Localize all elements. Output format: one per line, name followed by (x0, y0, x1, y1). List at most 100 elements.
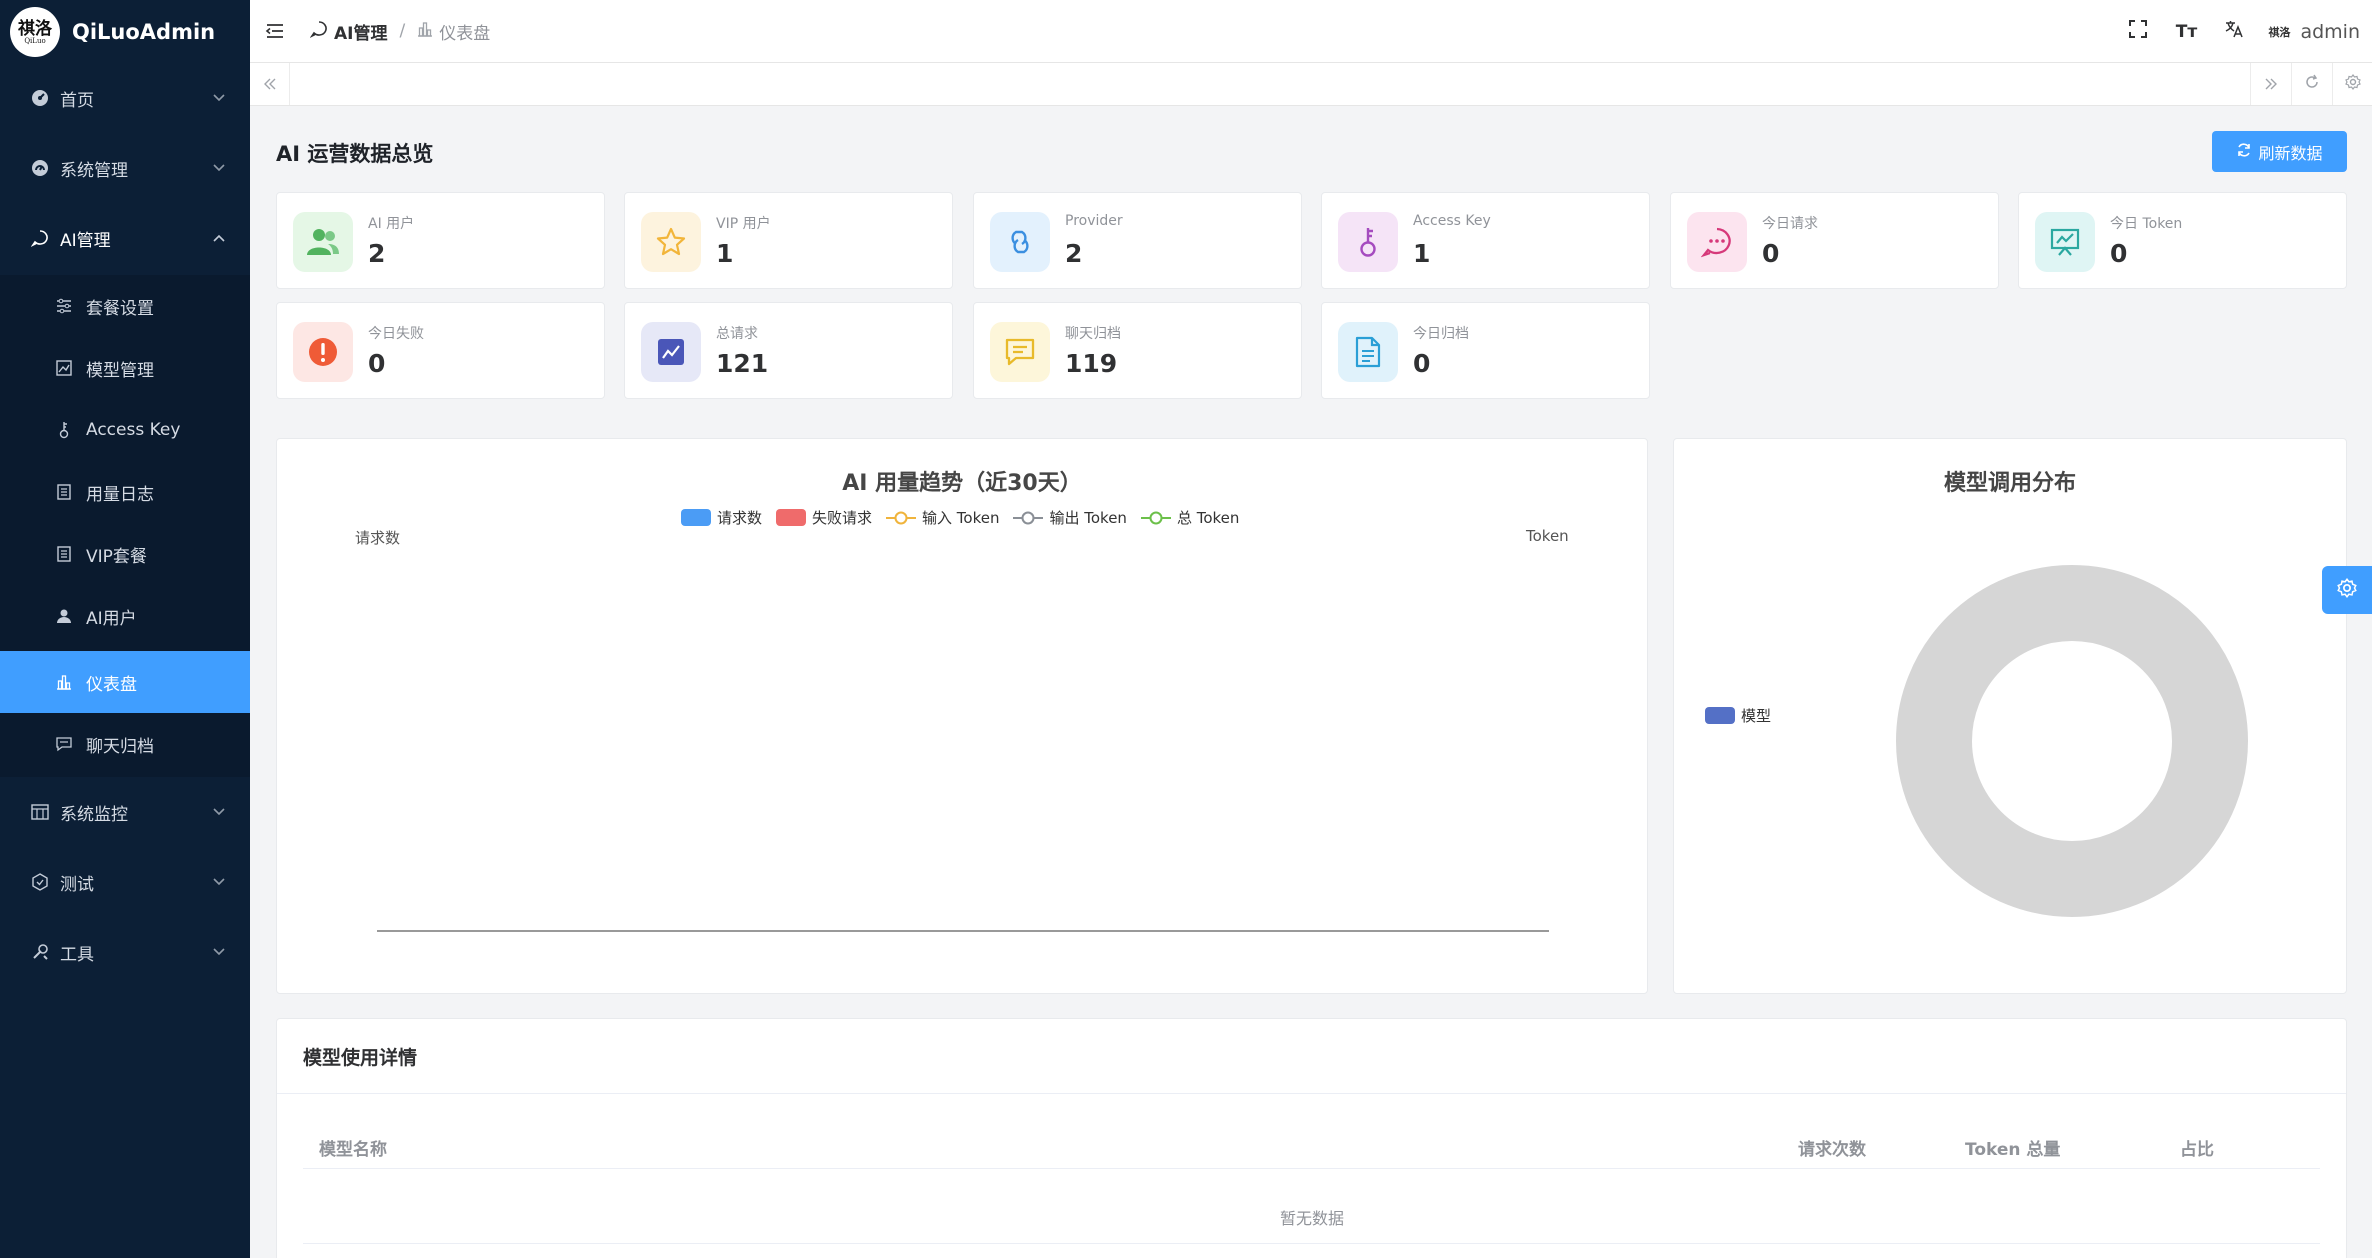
link-icon (990, 212, 1050, 272)
tabs-scroll-right-button[interactable] (2250, 63, 2290, 105)
chevron-down-icon (212, 91, 226, 105)
trend-icon (641, 322, 701, 382)
brand[interactable]: 祺洛 QiLuo QiLuoAdmin (0, 0, 250, 64)
chat-bubble-icon (30, 228, 50, 248)
chevron-down-icon (212, 875, 226, 889)
sidebar-item-system[interactable]: 系统管理 (0, 138, 250, 198)
pie-empty-ring (1896, 565, 2248, 917)
sidebar-item-package-settings[interactable]: 套餐设置 (0, 275, 250, 337)
sidebar-item-home[interactable]: 首页 (0, 68, 250, 128)
stat-label: Access Key (1413, 213, 1491, 229)
breadcrumb-parent[interactable]: AI管理 (334, 19, 387, 44)
stat-card-vip-users: VIP 用户 1 (624, 192, 953, 289)
pie-chart-svg (1896, 565, 2248, 917)
double-chevron-left-icon (263, 75, 277, 94)
brand-logo-sub: QiLuo (24, 36, 46, 45)
stat-card-today-archive: 今日归档 0 (1321, 302, 1650, 399)
refresh-data-button[interactable]: 刷新数据 (2212, 131, 2347, 172)
sidebar-item-models[interactable]: 模型管理 (0, 337, 250, 399)
sidebar: 祺洛 QiLuo QiLuoAdmin 首页 系统管理 AI管理 套餐设置 模型… (0, 0, 250, 1258)
avatar: 祺洛 (2268, 25, 2291, 39)
document-icon (54, 482, 74, 502)
page-title: AI 运营数据总览 (276, 142, 434, 166)
column-header-request-count[interactable]: 请求次数 (1798, 1135, 1866, 1160)
column-header-model-name[interactable]: 模型名称 (319, 1135, 387, 1160)
message-icon (54, 734, 74, 754)
sidebar-item-monitor[interactable]: 系统监控 (0, 782, 250, 842)
usage-trend-panel: AI 用量趋势（近30天） 请求数 失败请求 输入 Token 输出 Token… (276, 438, 1648, 994)
stat-label: 今日 Token (2110, 216, 2183, 232)
detail-title: 模型使用详情 (303, 1047, 418, 1069)
chat-dots-icon (1687, 212, 1747, 272)
stat-value: 2 (368, 239, 386, 268)
floating-settings-button[interactable] (2322, 566, 2372, 614)
tabs-scroll-left-button[interactable] (250, 63, 290, 105)
stat-value: 2 (1065, 239, 1083, 268)
stat-label: 总请求 (716, 326, 758, 342)
divider (277, 1093, 2346, 1094)
chevron-up-icon (212, 231, 226, 245)
stat-label: 今日失败 (368, 326, 424, 342)
trend-chart-svg (377, 930, 1549, 932)
breadcrumb-current: 仪表盘 (439, 23, 491, 44)
stat-label: 今日请求 (1762, 216, 1818, 232)
brand-logo-text: 祺洛 (18, 18, 52, 39)
sidebar-item-ai[interactable]: AI管理 (0, 208, 250, 268)
divider (303, 1243, 2320, 1244)
sidebar-item-label: 用量日志 (86, 484, 154, 505)
sidebar-item-vip-package[interactable]: VIP套餐 (0, 523, 250, 585)
sidebar-item-ai-users[interactable]: AI用户 (0, 585, 250, 647)
fullscreen-button[interactable] (2114, 12, 2162, 52)
column-header-token-total[interactable]: Token 总量 (1965, 1135, 2060, 1160)
stat-value: 0 (1413, 349, 1431, 378)
key-icon (54, 420, 74, 440)
image-chart-icon (54, 358, 74, 378)
sidebar-item-label: 模型管理 (86, 360, 154, 381)
stat-value: 0 (368, 349, 386, 378)
tabs-settings-button[interactable] (2332, 63, 2372, 105)
chevron-down-icon (212, 945, 226, 959)
top-header: AI管理 / 仪表盘 Tт 祺洛 admin (250, 0, 2372, 63)
sidebar-item-test[interactable]: 测试 (0, 852, 250, 912)
stat-card-today-token: 今日 Token 0 (2018, 192, 2347, 289)
sliders-icon (54, 296, 74, 316)
font-size-button[interactable]: Tт (2162, 12, 2210, 52)
gauge-icon (30, 158, 50, 178)
stat-value: 0 (2110, 239, 2128, 268)
stat-label: Provider (1065, 213, 1123, 229)
stat-card-total-requests: 总请求 121 (624, 302, 953, 399)
menu-fold-icon[interactable] (264, 20, 286, 42)
brand-name: QiLuoAdmin (72, 20, 216, 44)
key-icon (1338, 212, 1398, 272)
sidebar-item-label: 系统监控 (60, 804, 128, 825)
stat-value: 1 (716, 239, 734, 268)
double-chevron-right-icon (2264, 75, 2278, 94)
bar-chart-icon (54, 672, 74, 692)
column-header-ratio[interactable]: 占比 (2180, 1135, 2214, 1160)
sidebar-item-dashboard[interactable]: 仪表盘 (0, 651, 250, 713)
file-text-icon (1338, 322, 1398, 382)
sidebar-item-tools[interactable]: 工具 (0, 922, 250, 982)
sidebar-item-label: AI管理 (60, 230, 111, 251)
brand-logo: 祺洛 QiLuo (10, 7, 60, 57)
language-button[interactable] (2210, 12, 2258, 52)
username: admin (2300, 20, 2360, 43)
stat-label: 今日归档 (1413, 326, 1469, 342)
sidebar-item-chat-archive[interactable]: 聊天归档 (0, 713, 250, 775)
font-size-icon: Tт (2175, 21, 2198, 42)
stat-value: 0 (1762, 239, 1780, 268)
alert-icon (293, 322, 353, 382)
tabs-refresh-button[interactable] (2291, 63, 2331, 105)
sidebar-item-access-key[interactable]: Access Key (0, 399, 250, 461)
sidebar-item-label: 工具 (60, 944, 94, 965)
stat-label: AI 用户 (368, 216, 415, 232)
stat-value: 119 (1065, 349, 1118, 378)
translate-icon (2224, 19, 2244, 44)
divider (303, 1168, 2320, 1169)
bar-chart-icon (417, 21, 433, 42)
stat-card-chat-archive: 聊天归档 119 (973, 302, 1302, 399)
empty-state-text: 暂无数据 (1279, 1209, 1344, 1228)
sidebar-item-label: Access Key (86, 420, 181, 440)
sidebar-item-usage-log[interactable]: 用量日志 (0, 461, 250, 523)
user-menu[interactable]: 祺洛 admin (2258, 21, 2372, 43)
